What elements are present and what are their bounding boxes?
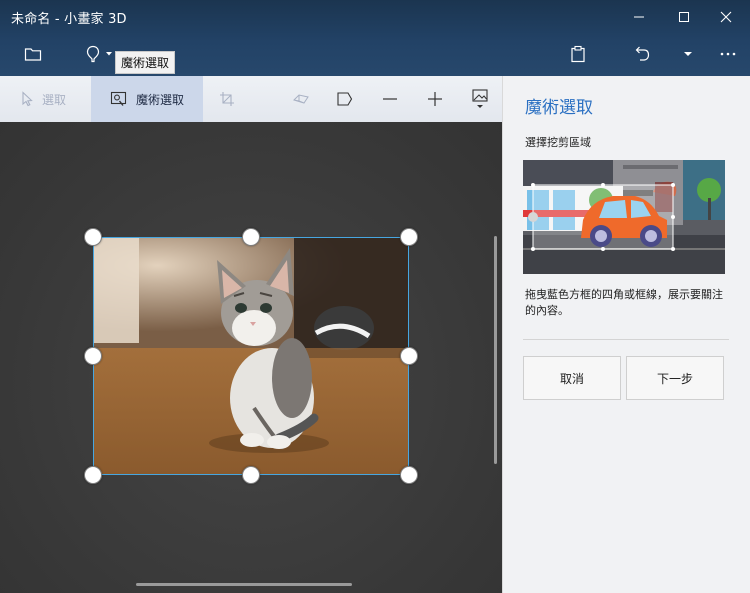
- 3d-object-icon: [293, 94, 309, 104]
- handle-bottom-right[interactable]: [400, 466, 418, 484]
- magic-select-tool-label: 魔術選取: [135, 92, 184, 107]
- chevron-down-icon: [684, 52, 692, 56]
- handle-bottom[interactable]: [242, 466, 260, 484]
- add-button[interactable]: [421, 76, 449, 122]
- close-icon: [720, 11, 732, 23]
- menu-button[interactable]: [13, 38, 53, 70]
- handle-top-left[interactable]: [84, 228, 102, 246]
- handle-top-right[interactable]: [400, 228, 418, 246]
- selection-toolbar: 選取 魔術選取: [0, 76, 502, 122]
- minimize-icon: [634, 16, 644, 18]
- chevron-down-icon: [106, 52, 112, 56]
- select-tool-label: 選取: [41, 92, 66, 107]
- handle-bottom-left[interactable]: [84, 466, 102, 484]
- ellipsis-icon: [720, 52, 736, 56]
- window-title: 未命名 - 小畫家 3D: [11, 12, 127, 27]
- more-options-button[interactable]: [708, 38, 748, 70]
- plus-icon: [428, 92, 442, 106]
- close-button[interactable]: [704, 2, 748, 32]
- side-panel: 魔術選取 選擇挖剪區域 拖曳藍色方框的四角或框線，展示要關注的內容。 取消 下一…: [502, 76, 750, 593]
- magic-select-icon: [110, 91, 127, 106]
- handle-left[interactable]: [84, 347, 102, 365]
- magic-select-illustration: [523, 160, 725, 274]
- cursor-icon: [22, 91, 33, 107]
- flag-icon: [337, 92, 353, 106]
- flag-tool-button[interactable]: [330, 76, 360, 122]
- handle-right[interactable]: [400, 347, 418, 365]
- undo-button[interactable]: [622, 38, 662, 70]
- vertical-scrollbar[interactable]: [494, 236, 497, 464]
- marker-icon: [86, 45, 100, 63]
- 3d-shapes-tool-button[interactable]: [286, 76, 316, 122]
- tooltip: 魔術選取: [115, 51, 175, 74]
- clipboard-icon: [571, 45, 585, 63]
- selection-box[interactable]: [93, 237, 409, 475]
- panel-title: 魔術選取: [525, 98, 593, 118]
- undo-icon: [635, 46, 650, 61]
- history-dropdown-button[interactable]: [670, 38, 706, 70]
- background-options-button[interactable]: [465, 76, 495, 122]
- crop-icon: [220, 92, 234, 106]
- crop-tool-button[interactable]: [212, 76, 242, 122]
- panel-description: 拖曳藍色方框的四角或框線，展示要關注的內容。: [525, 288, 723, 317]
- title-bar: 未命名 - 小畫家 3D: [0, 0, 750, 76]
- maximize-button[interactable]: [662, 2, 706, 32]
- minimize-button[interactable]: [617, 2, 661, 32]
- paste-button[interactable]: [558, 38, 598, 70]
- folder-icon: [24, 48, 42, 61]
- magic-select-tool-button[interactable]: 魔術選取: [91, 76, 203, 122]
- select-tool-button[interactable]: 選取: [8, 76, 78, 122]
- horizontal-scrollbar[interactable]: [136, 583, 352, 586]
- next-button[interactable]: 下一步: [626, 356, 724, 400]
- minus-icon: [383, 98, 397, 100]
- subtract-button[interactable]: [376, 76, 404, 122]
- handle-top[interactable]: [242, 228, 260, 246]
- image-icon: [472, 89, 488, 108]
- panel-subtitle: 選擇挖剪區域: [525, 136, 591, 149]
- maximize-icon: [679, 12, 689, 22]
- cancel-button[interactable]: 取消: [523, 356, 621, 400]
- divider: [523, 339, 729, 340]
